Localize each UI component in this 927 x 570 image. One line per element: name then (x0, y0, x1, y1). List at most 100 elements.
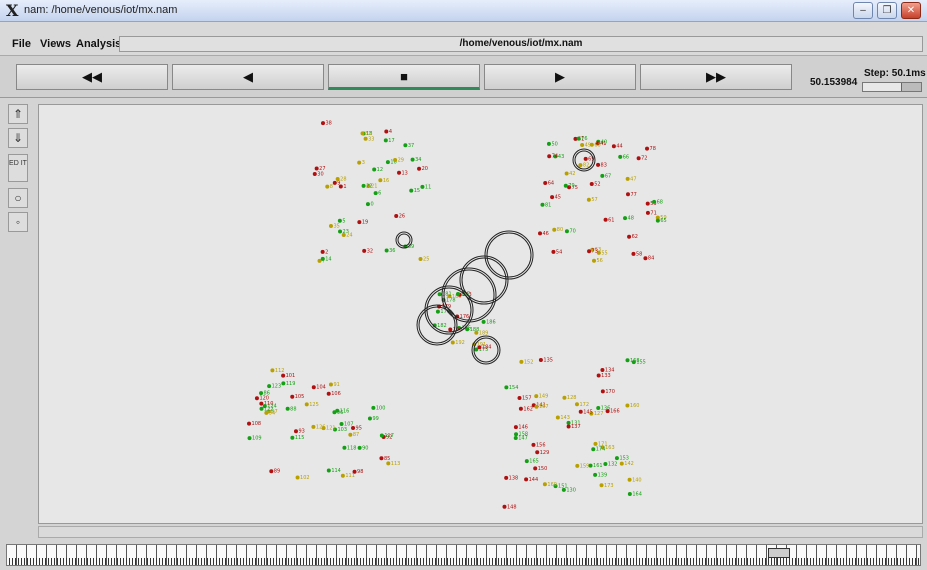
network-node[interactable] (627, 477, 632, 482)
network-node[interactable] (357, 220, 362, 225)
network-node[interactable] (502, 504, 507, 509)
network-node[interactable] (627, 234, 632, 239)
network-node[interactable] (397, 170, 402, 175)
network-node[interactable] (600, 389, 605, 394)
network-node[interactable] (534, 394, 539, 399)
network-node[interactable] (611, 144, 616, 149)
network-node[interactable] (312, 171, 317, 176)
network-node[interactable] (320, 249, 325, 254)
network-node[interactable] (417, 166, 422, 171)
network-node[interactable] (591, 447, 596, 452)
network-node[interactable] (328, 224, 333, 229)
close-button[interactable]: ✕ (901, 2, 921, 19)
maximize-button[interactable]: ❐ (877, 2, 897, 19)
network-node[interactable] (652, 199, 657, 204)
time-slider-marker[interactable] (768, 548, 790, 558)
network-node[interactable] (605, 409, 610, 414)
network-node[interactable] (378, 178, 383, 183)
network-node[interactable] (403, 143, 408, 148)
network-node[interactable] (550, 195, 555, 200)
network-node[interactable] (546, 141, 551, 146)
network-node[interactable] (542, 482, 547, 487)
network-node[interactable] (383, 138, 388, 143)
network-node[interactable] (562, 395, 567, 400)
agent-tool-button[interactable]: ◦ (8, 212, 28, 232)
network-node[interactable] (575, 463, 580, 468)
network-node[interactable] (259, 406, 264, 411)
network-node[interactable] (341, 232, 346, 237)
network-node[interactable] (311, 385, 316, 390)
network-node[interactable] (578, 409, 583, 414)
network-node[interactable] (547, 154, 552, 159)
rewind-button[interactable]: ◀◀ (16, 64, 168, 90)
network-node[interactable] (576, 136, 581, 141)
stop-button[interactable]: ■ (328, 64, 480, 90)
network-node[interactable] (538, 358, 543, 363)
network-node[interactable] (519, 359, 524, 364)
network-node[interactable] (566, 420, 571, 425)
network-node[interactable] (357, 445, 362, 450)
network-node[interactable] (592, 258, 597, 263)
network-node[interactable] (435, 309, 440, 314)
network-node[interactable] (603, 461, 608, 466)
zoom-in-button[interactable]: ⇑ (8, 104, 28, 124)
fast-forward-button[interactable]: ▶▶ (640, 64, 792, 90)
step-slider[interactable] (862, 82, 922, 92)
network-node[interactable] (514, 432, 519, 437)
menu-views[interactable]: Views (40, 38, 71, 50)
edit-button[interactable]: ED IT (8, 154, 28, 182)
network-node[interactable] (259, 401, 264, 406)
network-node[interactable] (418, 257, 423, 262)
network-node[interactable] (371, 405, 376, 410)
network-node[interactable] (362, 248, 367, 253)
network-node[interactable] (281, 373, 286, 378)
network-node[interactable] (596, 373, 601, 378)
network-canvas[interactable]: 0 1 2 3 4 5 6 7 8 9 10 11 12 13 14 15 16 17 18 19 20 21 22 23 24… (38, 104, 923, 524)
network-graph[interactable]: 0123456789101112131415161718192021222324… (39, 105, 924, 525)
network-node[interactable] (614, 456, 619, 461)
step-slider-thumb[interactable] (901, 83, 921, 91)
network-node[interactable] (631, 251, 636, 256)
network-node[interactable] (420, 184, 425, 189)
network-node[interactable] (290, 394, 295, 399)
network-node[interactable] (409, 188, 414, 193)
time-slider[interactable] (6, 544, 921, 566)
step-back-button[interactable]: ◀ (172, 64, 324, 90)
network-node[interactable] (552, 227, 557, 232)
network-node[interactable] (379, 433, 384, 438)
network-node[interactable] (293, 429, 298, 434)
network-node[interactable] (618, 154, 623, 159)
network-node[interactable] (564, 229, 569, 234)
network-node[interactable] (295, 475, 300, 480)
network-node[interactable] (625, 176, 630, 181)
network-node[interactable] (645, 201, 650, 206)
node-tool-button[interactable]: ○ (8, 188, 28, 208)
network-node[interactable] (339, 422, 344, 427)
network-node[interactable] (578, 163, 583, 168)
network-node[interactable] (474, 330, 479, 335)
network-node[interactable] (645, 210, 650, 215)
network-node[interactable] (335, 177, 340, 182)
network-node[interactable] (311, 424, 316, 429)
network-node[interactable] (625, 192, 630, 197)
network-node[interactable] (623, 216, 628, 221)
network-node[interactable] (360, 131, 365, 136)
network-node[interactable] (504, 385, 509, 390)
network-node[interactable] (540, 202, 545, 207)
network-node[interactable] (580, 143, 585, 148)
network-node[interactable] (269, 469, 274, 474)
network-node[interactable] (564, 171, 569, 176)
network-node[interactable] (587, 249, 592, 254)
network-node[interactable] (357, 160, 362, 165)
network-node[interactable] (551, 249, 556, 254)
network-node[interactable] (342, 445, 347, 450)
network-node[interactable] (574, 402, 579, 407)
network-node[interactable] (320, 121, 325, 126)
network-node[interactable] (304, 402, 309, 407)
network-node[interactable] (394, 214, 399, 219)
network-node[interactable] (593, 472, 598, 477)
network-node[interactable] (372, 167, 377, 172)
network-node[interactable] (285, 406, 290, 411)
network-node[interactable] (455, 291, 460, 296)
network-node[interactable] (600, 173, 605, 178)
